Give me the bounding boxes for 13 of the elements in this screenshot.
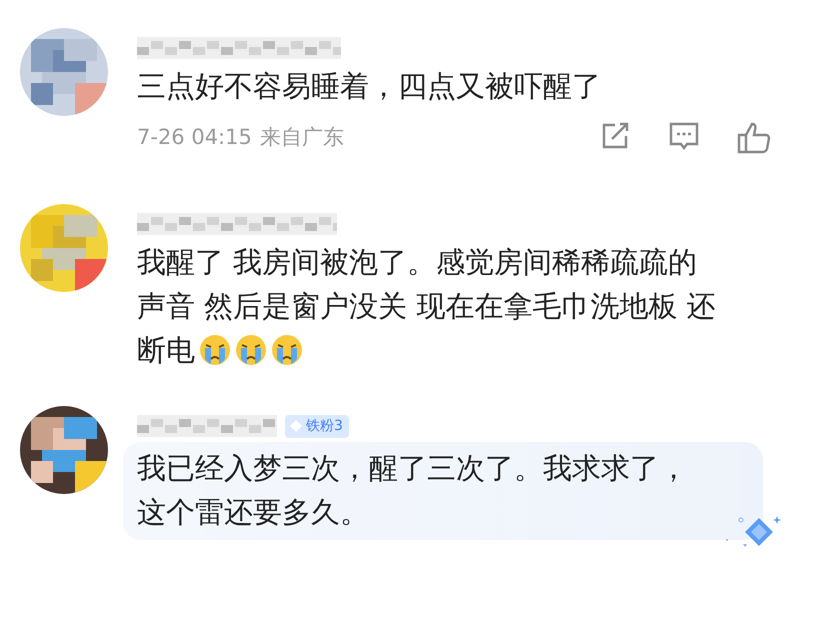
like-icon[interactable]	[737, 122, 771, 154]
comment-icon[interactable]	[669, 122, 699, 150]
diamond-icon	[289, 419, 303, 433]
comment-text: 三点好不容易睡着，四点又被吓醒了	[137, 68, 602, 105]
crying-emoji-icon	[199, 334, 231, 366]
comment-text: 我醒了 我房间被泡了。感觉房间稀稀疏疏的声音 然后是窗户没关 现在在拿毛巾洗地板 还断电	[137, 244, 717, 369]
share-icon[interactable]	[601, 122, 631, 150]
timestamp: 7-26 04:15	[137, 124, 252, 152]
fan-level-badge: 铁粉3	[285, 414, 349, 438]
crying-emoji-icon	[271, 334, 303, 366]
location-text: 来自广东	[260, 124, 344, 152]
comment-text: 我已经入梦三次，醒了三次了。我求求了，这个雷还要多久。	[137, 450, 689, 531]
crying-emoji-icon	[235, 334, 267, 366]
